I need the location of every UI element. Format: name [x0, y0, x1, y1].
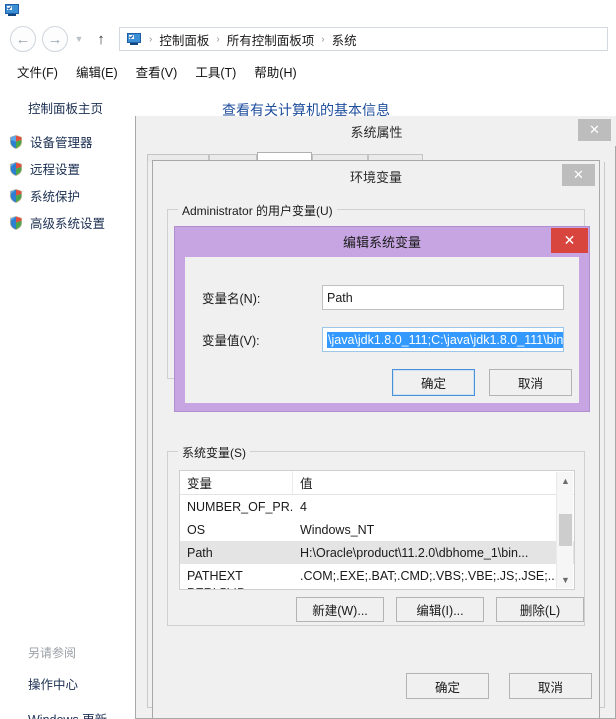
- recent-locations-button[interactable]: ▼: [71, 26, 87, 52]
- table-row[interactable]: PATHEXT .COM;.EXE;.BAT;.CMD;.VBS;.VBE;.J…: [180, 564, 574, 587]
- edit-cancel-button[interactable]: 取消: [489, 369, 572, 396]
- variable-value-input-value: \java\jdk1.8.0_111;C:\java\jdk1.8.0_111\…: [327, 331, 564, 348]
- column-header-variable[interactable]: 变量: [180, 471, 293, 494]
- system-variables-list[interactable]: 变量 值 NUMBER_OF_PR... 4 OS Windows_NT Pat…: [179, 470, 575, 590]
- system-variables-legend: 系统变量(S): [178, 444, 250, 461]
- new-system-variable-button[interactable]: 新建(W)...: [296, 597, 384, 622]
- system-variables-header-row: 变量 值: [180, 471, 574, 495]
- up-arrow-icon: ↑: [97, 30, 105, 48]
- menu-edit[interactable]: 编辑(E): [67, 59, 127, 84]
- breadcrumb-item-all-items[interactable]: 所有控制面板项: [224, 30, 318, 49]
- shield-icon: [8, 134, 24, 150]
- variable-name-input-value: Path: [327, 290, 353, 305]
- env-ok-button[interactable]: 确定: [406, 673, 489, 699]
- sidebar-item-label: 高级系统设置: [30, 217, 106, 231]
- variable-name-cell: PATHEXT: [187, 568, 243, 583]
- breadcrumb-separator: ›: [321, 33, 325, 45]
- user-variables-legend: Administrator 的用户变量(U): [178, 202, 337, 219]
- variable-value-cell: .COM;.EXE;.BAT;.CMD;.VBS;.VBE;.JS;.JSE;.…: [300, 568, 562, 583]
- nav-control-panel-home[interactable]: 控制面板主页: [28, 98, 103, 117]
- table-row[interactable]: PERL5LIB: [180, 587, 574, 589]
- env-cancel-button[interactable]: 取消: [509, 673, 592, 699]
- window-title-bar: [0, 0, 616, 20]
- system-variables-button-row: 新建(W)... 编辑(I)... 删除(L): [296, 597, 584, 622]
- menu-tools[interactable]: 工具(T): [186, 59, 245, 84]
- back-button[interactable]: ←: [10, 26, 36, 52]
- menu-help[interactable]: 帮助(H): [245, 59, 305, 84]
- variable-name-cell: Path: [187, 545, 213, 560]
- application-window: ← → ▼ ↑ › 控制面板 › 所有控制面板项 › 系统 文件(F) 编辑(E…: [0, 0, 616, 719]
- breadcrumb-separator: ›: [149, 33, 153, 45]
- breadcrumb-item-control-panel[interactable]: 控制面板: [156, 30, 212, 49]
- up-one-level-button[interactable]: ↑: [91, 26, 111, 52]
- shield-icon: [8, 161, 24, 177]
- chevron-down-icon: ▼: [74, 34, 84, 44]
- variable-value-label: 变量值(V):: [202, 334, 260, 348]
- menu-file[interactable]: 文件(F): [8, 59, 67, 84]
- edit-system-variable-button-row: 确定 取消: [392, 369, 572, 396]
- environment-variables-footer-buttons: 确定 取消: [406, 673, 592, 699]
- variable-value-input[interactable]: \java\jdk1.8.0_111;C:\java\jdk1.8.0_111\…: [322, 327, 564, 352]
- forward-button[interactable]: →: [42, 26, 68, 52]
- variable-name-input[interactable]: Path: [322, 285, 564, 310]
- system-variables-scrollbar[interactable]: ▲ ▼: [556, 472, 573, 588]
- environment-variables-close-icon[interactable]: ✕: [562, 164, 595, 186]
- edit-system-variable-close-icon[interactable]: ✕: [551, 228, 588, 253]
- table-row[interactable]: Path H:\Oracle\product\11.2.0\dbhome_1\b…: [180, 541, 574, 564]
- menu-view[interactable]: 查看(V): [127, 59, 187, 84]
- edit-system-variable-title: 编辑系统变量: [342, 234, 421, 250]
- breadcrumb[interactable]: › 控制面板 › 所有控制面板项 › 系统: [119, 27, 608, 51]
- edit-system-variable-dialog: 编辑系统变量 ✕ 变量名(N): Path 变量值(V): \java\jdk1…: [174, 226, 590, 412]
- table-row[interactable]: OS Windows_NT: [180, 518, 574, 541]
- variable-name-label: 变量名(N):: [202, 292, 261, 306]
- sidebar-item-label: 设备管理器: [30, 136, 93, 150]
- computer-icon: [4, 2, 20, 18]
- edit-system-variable-button[interactable]: 编辑(I)...: [396, 597, 484, 622]
- variable-value-cell: 4: [300, 499, 307, 514]
- scroll-down-icon[interactable]: ▼: [557, 571, 574, 588]
- environment-variables-title: 环境变量: [153, 161, 599, 192]
- computer-icon: [126, 31, 142, 47]
- scrollbar-thumb[interactable]: [559, 514, 572, 546]
- sidebar-item-label: 远程设置: [30, 163, 81, 177]
- table-row[interactable]: NUMBER_OF_PR... 4: [180, 495, 574, 518]
- scroll-up-icon[interactable]: ▲: [557, 472, 574, 489]
- variable-name-cell: OS: [187, 522, 206, 537]
- edit-system-variable-body: 变量名(N): Path 变量值(V): \java\jdk1.8.0_111;…: [185, 257, 579, 403]
- menu-bar: 文件(F) 编辑(E) 查看(V) 工具(T) 帮助(H): [0, 58, 616, 84]
- sidebar-item-label: 系统保护: [30, 190, 81, 204]
- system-properties-close-icon[interactable]: ✕: [578, 119, 611, 141]
- back-arrow-icon: ←: [15, 30, 31, 48]
- shield-icon: [8, 188, 24, 204]
- address-bar: ← → ▼ ↑ › 控制面板 › 所有控制面板项 › 系统: [0, 20, 616, 58]
- shield-icon: [8, 215, 24, 231]
- variable-name-cell: NUMBER_OF_PR...: [187, 499, 293, 514]
- variable-value-cell: H:\Oracle\product\11.2.0\dbhome_1\bin...: [300, 545, 529, 560]
- system-variables-group: 系统变量(S) 变量 值 NUMBER_OF_PR... 4 OS Window…: [167, 444, 585, 626]
- column-header-value[interactable]: 值: [293, 471, 574, 494]
- edit-ok-button[interactable]: 确定: [392, 369, 475, 396]
- delete-system-variable-button[interactable]: 删除(L): [496, 597, 584, 622]
- variable-value-field-row: 变量值(V): \java\jdk1.8.0_111;C:\java\jdk1.…: [202, 327, 564, 352]
- variable-name-field-row: 变量名(N): Path: [202, 285, 564, 310]
- variable-value-cell: Windows_NT: [300, 522, 375, 537]
- breadcrumb-item-system[interactable]: 系统: [329, 30, 360, 49]
- forward-arrow-icon: →: [47, 30, 63, 48]
- breadcrumb-separator: ›: [216, 33, 220, 45]
- variable-name-cell: PERL5LIB: [180, 587, 293, 589]
- system-properties-title: 系统属性: [136, 116, 616, 146]
